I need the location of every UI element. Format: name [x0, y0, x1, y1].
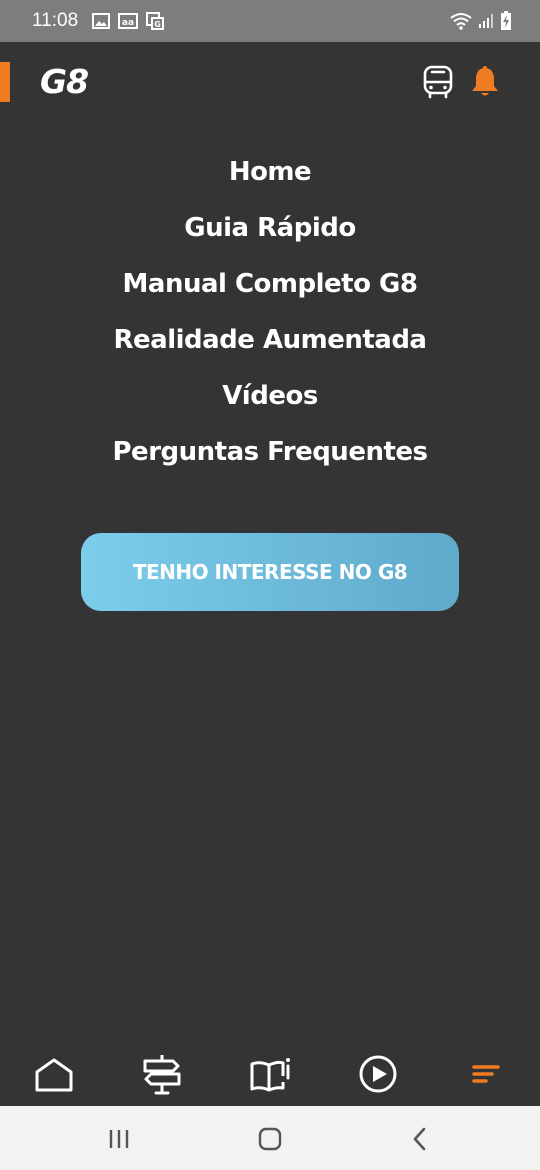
signpost-icon[interactable] [140, 1052, 184, 1096]
system-nav-bar [0, 1106, 540, 1170]
accent-bar [0, 62, 10, 102]
home-circle-icon[interactable] [255, 1124, 285, 1154]
home-icon[interactable] [32, 1052, 76, 1096]
menu-item-realidade-aumentada[interactable]: Realidade Aumentada [114, 312, 427, 368]
signal-icon [478, 13, 494, 29]
status-right [450, 11, 512, 31]
text-recognition-icon: aa [118, 13, 139, 29]
translate-icon: G [146, 12, 165, 30]
menu-item-home[interactable]: Home [229, 144, 312, 200]
wifi-icon [450, 12, 472, 30]
svg-text:aa: aa [122, 18, 134, 28]
book-icon[interactable] [248, 1052, 292, 1096]
menu-item-manual-completo[interactable]: Manual Completo G8 [123, 256, 418, 312]
bell-icon[interactable] [467, 64, 503, 100]
g8-logo[interactable]: G8 [40, 64, 89, 100]
status-bar: 11:08 aa G [0, 0, 540, 42]
menu-item-guia-rapido[interactable]: Guia Rápido [184, 200, 356, 256]
app-header: G8 [0, 42, 540, 124]
svg-text:G: G [154, 20, 161, 29]
play-circle-icon[interactable] [356, 1052, 400, 1096]
status-left: 11:08 aa G [32, 10, 165, 32]
interest-button[interactable]: TENHO INTERESSE NO G8 [81, 533, 459, 611]
menu-icon[interactable] [464, 1052, 508, 1096]
battery-charging-icon [500, 11, 512, 31]
bottom-tab-bar [0, 1040, 540, 1106]
menu-item-perguntas-frequentes[interactable]: Perguntas Frequentes [113, 424, 429, 480]
main-menu: Home Guia Rápido Manual Completo G8 Real… [0, 144, 540, 480]
bus-icon[interactable] [420, 64, 456, 100]
back-icon[interactable] [405, 1124, 435, 1154]
recent-apps-icon[interactable] [104, 1124, 134, 1154]
status-time: 11:08 [32, 10, 79, 31]
menu-item-videos[interactable]: Vídeos [222, 368, 318, 424]
image-icon [92, 13, 111, 29]
